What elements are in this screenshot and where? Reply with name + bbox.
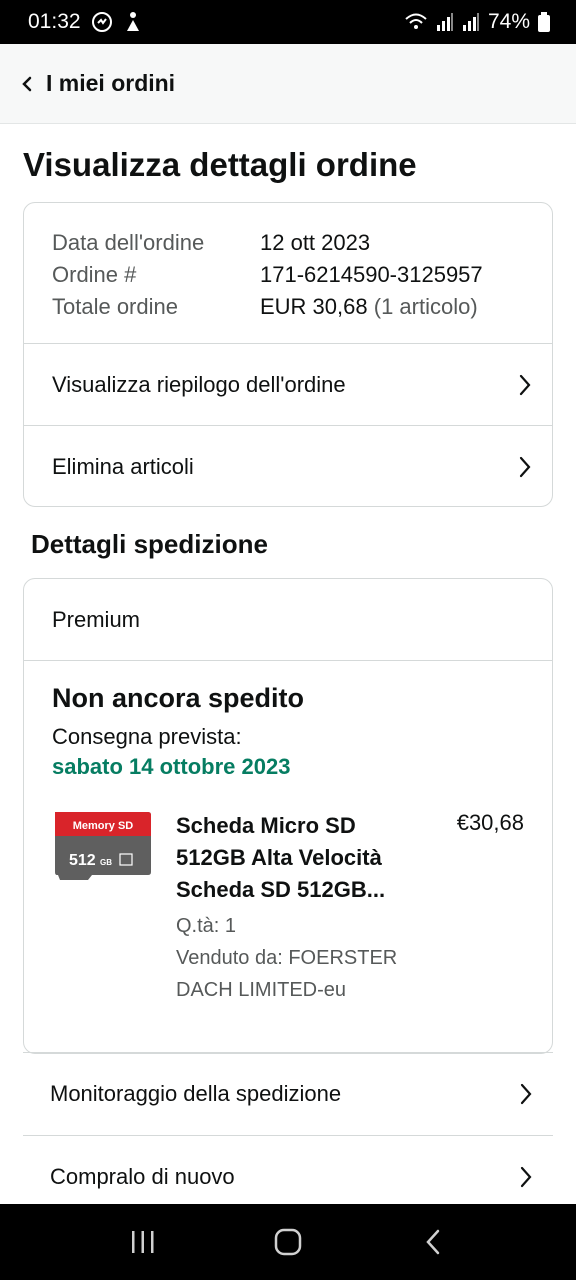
wifi-icon [404, 12, 428, 32]
status-bar: 01:32 74% [0, 0, 576, 44]
chevron-right-icon [518, 455, 532, 479]
view-order-summary-link[interactable]: Visualizza riepilogo dell'ordine [24, 343, 552, 425]
order-total-row: Totale ordine EUR 30,68 (1 articolo) [52, 291, 524, 323]
product-image-capacity: 512 [69, 852, 96, 869]
order-item[interactable]: Memory SD 512 GB Scheda Micro SD 512GB A… [52, 810, 524, 1006]
home-button[interactable] [258, 1212, 318, 1272]
delete-items-label: Elimina articoli [52, 453, 194, 479]
back-button[interactable]: I miei ordini [20, 70, 175, 97]
chevron-right-icon [519, 1165, 533, 1189]
back-arrow-icon [424, 1228, 442, 1256]
buy-again-label: Compralo di nuovo [50, 1163, 235, 1189]
product-image[interactable]: Memory SD 512 GB [52, 810, 152, 884]
item-quantity: Q.tà: 1 [176, 915, 237, 937]
item-price: €30,68 [456, 810, 524, 835]
order-summary-card: Data dell'ordine 12 ott 2023 Ordine # 17… [23, 202, 553, 507]
battery-level: 74% [487, 10, 530, 33]
back-label: I miei ordini [46, 70, 176, 96]
chevron-right-icon [518, 373, 532, 397]
shipping-method: Premium [24, 579, 552, 661]
buy-again-link[interactable]: Compralo di nuovo [23, 1135, 553, 1204]
delivery-label: Consegna prevista: [52, 724, 242, 749]
delete-items-link[interactable]: Elimina articoli [24, 425, 552, 506]
order-total-label: Totale ordine [52, 294, 178, 319]
delivery-date: sabato 14 ottobre 2023 [52, 754, 291, 779]
back-nav-button[interactable] [403, 1212, 463, 1272]
shipment-body: Non ancora spedito Consegna prevista: sa… [24, 661, 552, 1006]
page-content: Visualizza dettagli ordine Data dell'ord… [0, 124, 576, 1204]
app-header: I miei ordini [0, 44, 576, 124]
chevron-right-icon [519, 1082, 533, 1106]
clock: 01:32 [28, 10, 81, 33]
order-date-value: 12 ott 2023 [260, 230, 371, 255]
track-shipment-link[interactable]: Monitoraggio della spedizione [23, 1052, 553, 1134]
view-order-summary-label: Visualizza riepilogo dell'ordine [52, 371, 346, 397]
shipment-status: Non ancora spedito [52, 683, 305, 713]
shipment-card: Premium Non ancora spedito Consegna prev… [23, 578, 553, 1054]
order-number-row: Ordine # 171-6214590-3125957 [52, 259, 524, 291]
order-number-label: Ordine # [52, 262, 137, 287]
activity-icon [91, 11, 113, 33]
recent-apps-button[interactable] [113, 1212, 173, 1272]
home-icon [274, 1228, 302, 1256]
order-summary: Data dell'ordine 12 ott 2023 Ordine # 17… [24, 203, 552, 343]
track-shipment-label: Monitoraggio della spedizione [50, 1080, 342, 1106]
product-image-unit: GB [100, 858, 112, 867]
page-title: Visualizza dettagli ordine [23, 146, 417, 183]
item-seller: Venduto da: FOERSTER DACH LIMITED-eu [176, 947, 398, 1001]
item-name[interactable]: Scheda Micro SD 512GB Alta Velocità Sche… [176, 810, 431, 906]
system-nav-bar [0, 1204, 576, 1280]
item-info: Scheda Micro SD 512GB Alta Velocità Sche… [176, 810, 431, 1006]
chevron-left-icon [20, 74, 34, 94]
order-date-row: Data dell'ordine 12 ott 2023 [52, 227, 524, 259]
order-total-wrap: EUR 30,68 (1 articolo) [260, 291, 478, 323]
order-date-label: Data dell'ordine [52, 230, 205, 255]
order-item-count: (1 articolo) [373, 294, 478, 319]
product-image-label: Memory SD [73, 820, 134, 832]
recent-apps-icon [129, 1229, 157, 1255]
battery-icon [538, 12, 550, 32]
signal-icon-2 [462, 13, 480, 31]
signal-icon [436, 13, 454, 31]
order-number-value: 171-6214590-3125957 [260, 262, 483, 287]
order-total-value: EUR 30,68 [260, 294, 368, 319]
accessibility-icon [123, 11, 143, 33]
shipping-section-title: Dettagli spedizione [31, 529, 268, 559]
